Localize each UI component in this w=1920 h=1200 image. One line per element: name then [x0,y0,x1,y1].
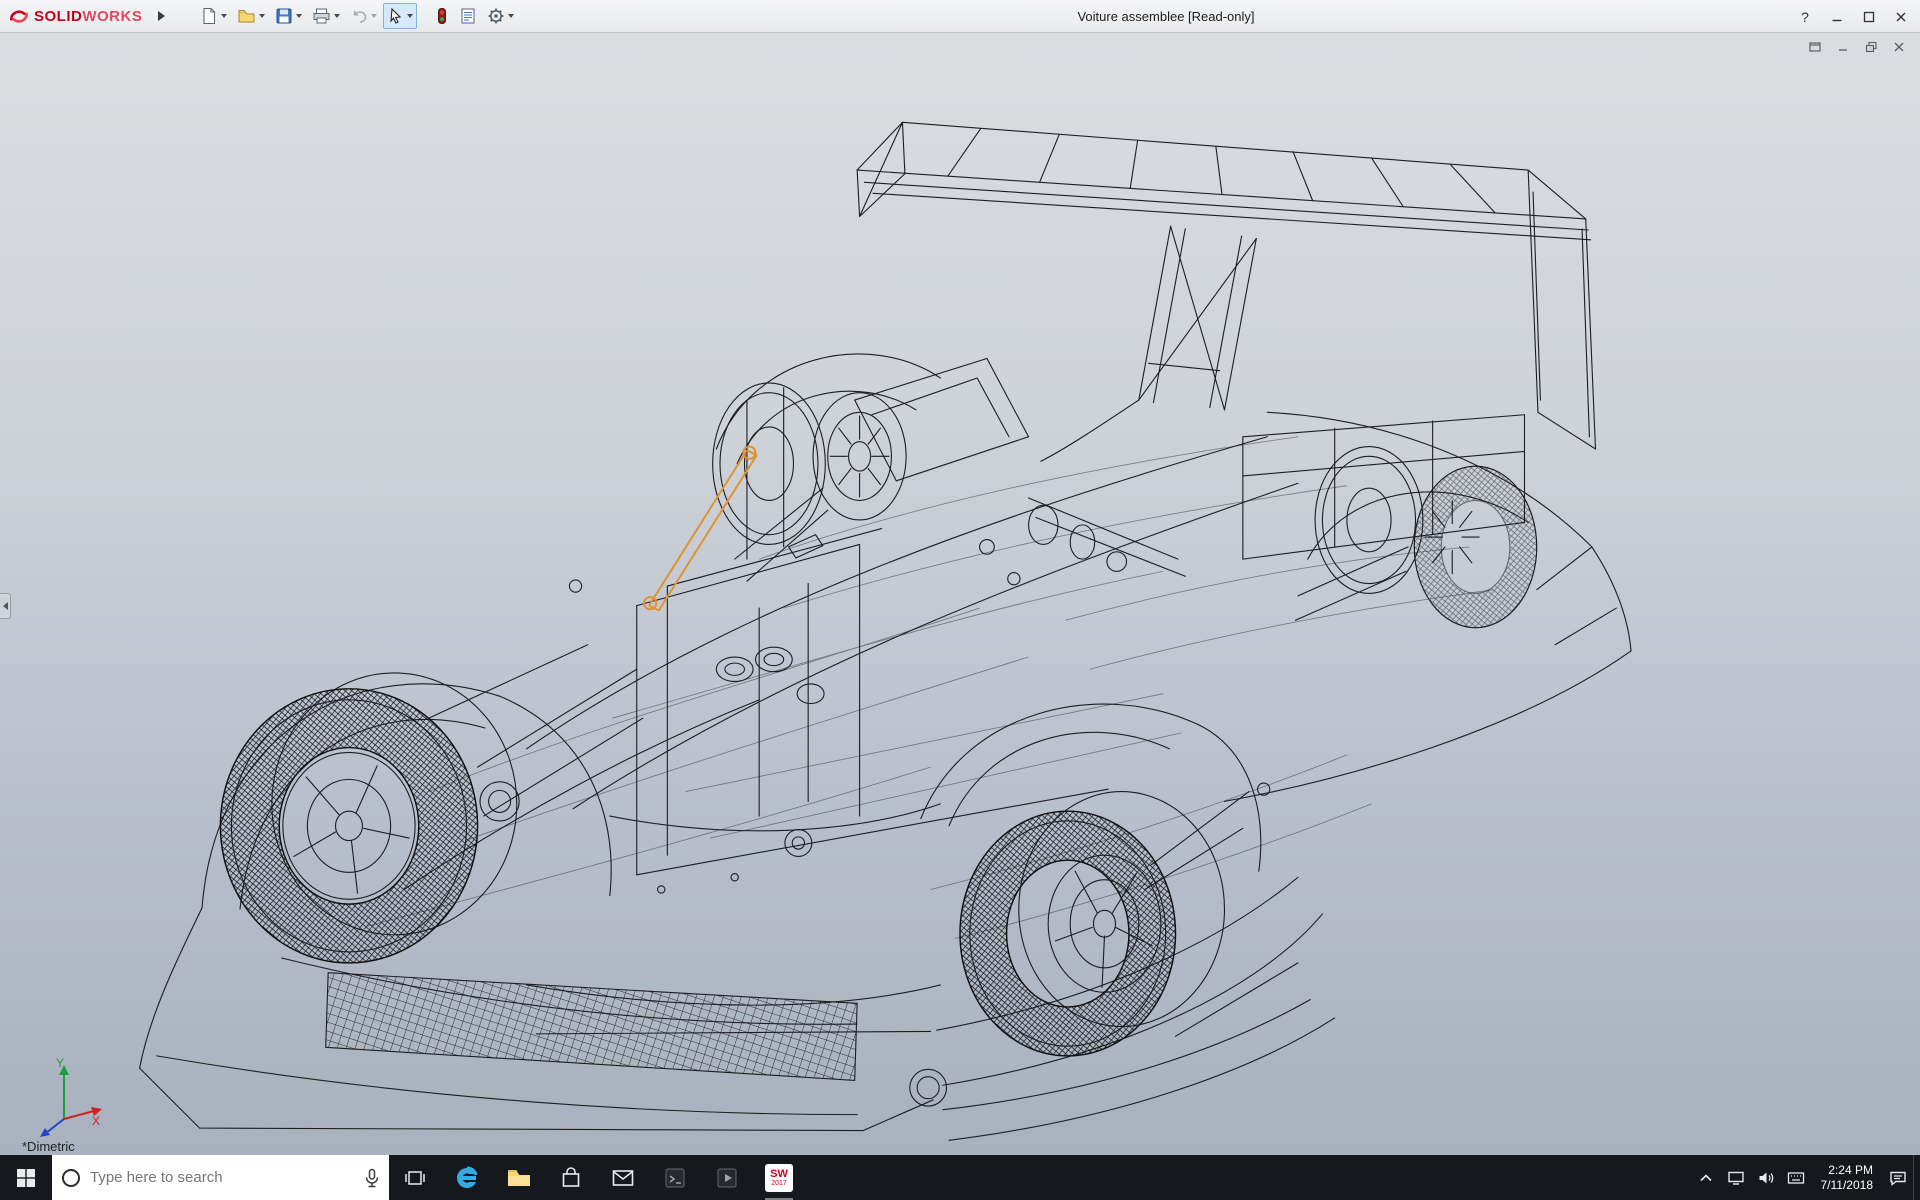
chevron-up-icon [1699,1173,1713,1183]
taskbar-search-box[interactable] [52,1155,389,1200]
titlebar: SOLIDWORKS [0,0,1920,33]
speaker-icon [1757,1170,1775,1186]
taskbar-app-window-2[interactable] [701,1155,753,1200]
minimize-icon [1837,41,1849,53]
file-explorer-icon [506,1167,532,1189]
maximize-icon [1863,11,1875,23]
save-floppy-icon [275,7,293,25]
chevron-down-icon [221,14,227,18]
chevron-down-icon [407,14,413,18]
edge-browser-icon [454,1165,480,1191]
solidworks-logo-icon [8,5,30,27]
mail-icon [611,1168,635,1188]
close-icon [1893,41,1905,53]
undo-button[interactable] [346,3,381,29]
doc-close-button[interactable] [1888,38,1910,56]
action-center-icon [1889,1170,1907,1186]
close-button[interactable] [1886,4,1916,30]
feature-panel-collapse-tab[interactable] [0,593,11,619]
cortana-icon [60,1167,82,1189]
triad-x-label: X [92,1114,100,1128]
rebuild-traffic-light-icon [435,7,449,25]
select-button[interactable] [383,3,417,29]
clock-date: 7/11/2018 [1821,1178,1874,1193]
media-app-icon [715,1166,739,1190]
undo-arrow-icon [350,7,368,25]
taskbar-app-edge[interactable] [441,1155,493,1200]
chevron-down-icon [296,14,302,18]
search-input[interactable] [90,1169,355,1186]
microphone-icon[interactable] [363,1168,381,1188]
taskbar-app-file-explorer[interactable] [493,1155,545,1200]
main-toolbar [196,3,518,29]
windows-logo-icon [16,1168,36,1188]
maximize-button[interactable] [1854,4,1884,30]
close-icon [1895,11,1907,23]
chevron-down-icon [508,14,514,18]
task-view-icon [404,1168,426,1188]
gear-icon [487,7,505,25]
file-properties-button[interactable] [455,3,481,29]
microsoft-store-icon [559,1166,583,1190]
orientation-triad: Y X [22,1053,106,1137]
touch-keyboard-icon [1787,1171,1805,1185]
right-arrow-icon [158,11,165,21]
tray-network-button[interactable] [1721,1155,1751,1200]
taskbar-app-solidworks[interactable]: SW 2017 [753,1155,805,1200]
select-cursor-icon [387,7,404,25]
doc-restore-button[interactable] [1860,38,1882,56]
start-button[interactable] [0,1155,52,1200]
printer-icon [312,7,331,25]
doc-float-button[interactable] [1804,38,1826,56]
help-button[interactable]: ? [1790,4,1820,30]
rebuild-button[interactable] [431,3,453,29]
print-button[interactable] [308,3,344,29]
toolbar-flyout-arrow[interactable] [152,5,170,27]
taskbar-app-window-1[interactable] [649,1155,701,1200]
solidworks-badge-top: SW [770,1169,788,1180]
clock-time: 2:24 PM [1828,1163,1873,1178]
view-orientation-label: *Dimetric [22,1139,75,1154]
tray-hidden-icons-button[interactable] [1691,1155,1721,1200]
doc-minimize-button[interactable] [1832,38,1854,56]
brand-suffix: WORKS [82,8,142,25]
solidworks-app-icon: SW 2017 [765,1164,793,1192]
triad-y-label: Y [56,1056,64,1070]
taskbar-app-mail[interactable] [597,1155,649,1200]
chevron-down-icon [259,14,265,18]
window-title: Voiture assemblee [Read-only] [1077,9,1254,24]
wireframe-car-model[interactable] [0,33,1920,1155]
file-properties-icon [459,7,477,25]
restore-icon [1865,41,1878,53]
graphics-viewport[interactable]: Y X *Dimetric [0,33,1920,1155]
action-center-button[interactable] [1883,1155,1913,1200]
minimize-icon [1831,11,1843,23]
document-window-controls [1804,38,1910,56]
options-button[interactable] [483,3,518,29]
save-button[interactable] [271,3,306,29]
open-button[interactable] [233,3,269,29]
windows-taskbar: SW 2017 2:24 PM 7 [0,1155,1920,1200]
open-folder-icon [237,7,256,25]
minimize-button[interactable] [1822,4,1852,30]
system-tray: 2:24 PM 7/11/2018 [1691,1155,1920,1200]
taskbar-clock[interactable]: 2:24 PM 7/11/2018 [1811,1155,1884,1200]
left-arrow-icon [3,602,8,610]
tray-volume-button[interactable] [1751,1155,1781,1200]
chevron-down-icon [371,14,377,18]
chevron-down-icon [334,14,340,18]
brand-prefix: SOLID [34,8,82,25]
network-icon [1727,1170,1745,1186]
taskbar-app-store[interactable] [545,1155,597,1200]
solidworks-badge-year: 2017 [771,1180,787,1187]
selected-edge-highlight [644,447,757,611]
solidworks-brand: SOLIDWORKS [0,5,152,27]
app-window-icon [663,1166,687,1190]
show-desktop-button[interactable] [1913,1155,1920,1200]
task-view-button[interactable] [389,1155,441,1200]
float-window-icon [1808,41,1822,53]
tray-keyboard-button[interactable] [1781,1155,1811,1200]
new-document-button[interactable] [196,3,231,29]
new-document-icon [200,7,218,25]
